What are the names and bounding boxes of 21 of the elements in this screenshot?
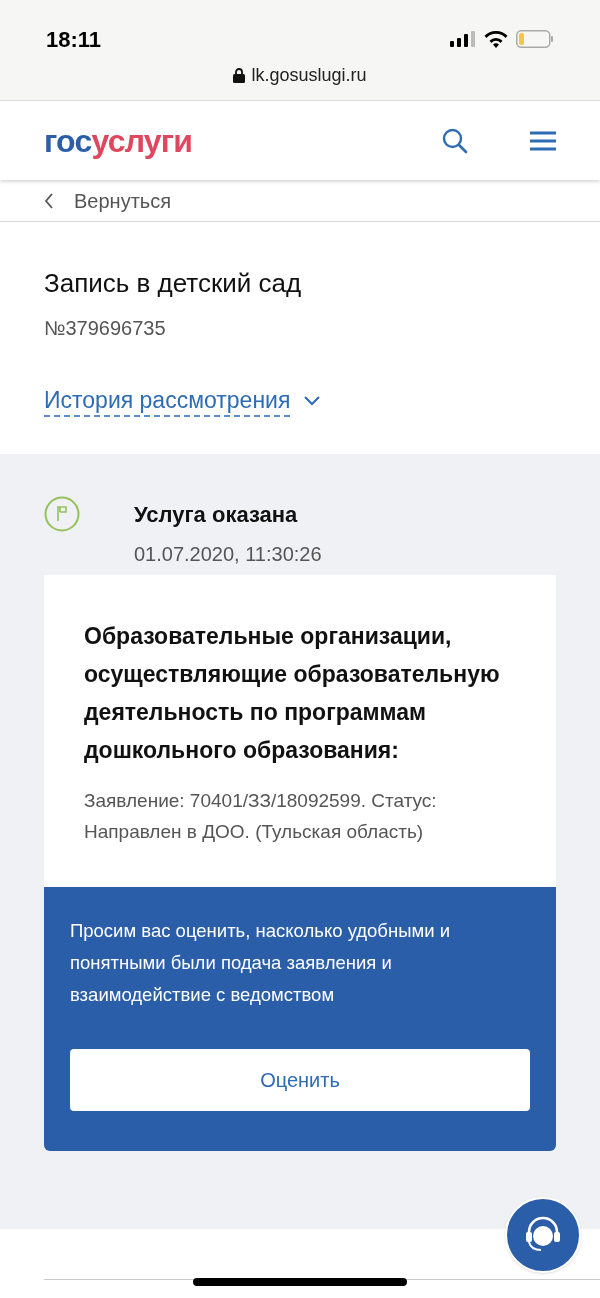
url-text[interactable]: lk.gosuslugi.ru [251,62,367,89]
service-title: Запись в детский сад [44,267,303,300]
lock-icon [233,68,246,83]
signal-icon [450,31,476,47]
search-icon[interactable] [442,127,468,154]
card-heading: Образовательные организации, осуществляющие образовательную деятельность по программам дошкольного образования: [84,622,501,765]
rate-button[interactable]: Оценить [70,1049,530,1111]
menu-icon[interactable] [530,130,556,151]
back-icon[interactable] [44,192,54,209]
flag-icon [44,496,80,532]
back-link[interactable]: Вернуться [74,185,172,216]
logo[interactable]: госуслуги [44,124,193,157]
event-title: Услуга оказана [134,501,299,529]
event-date: 01.07.2020, 11:30:26 [134,542,322,567]
rating-prompt: Просим вас оценить, насколько удобными и понятными были подача заявления и взаимодействие с ведомством [70,919,451,1007]
status-time: 18:11 [46,25,102,54]
wifi-icon [484,30,508,48]
card-text: Заявление: 70401/ЗЗ/18092599. Статус: Направлен в ДОО. (Тульская область) [84,789,438,844]
battery-icon [516,30,554,48]
history-toggle[interactable]: История рассмотрения [44,385,321,417]
order-number: №379696735 [44,316,167,341]
